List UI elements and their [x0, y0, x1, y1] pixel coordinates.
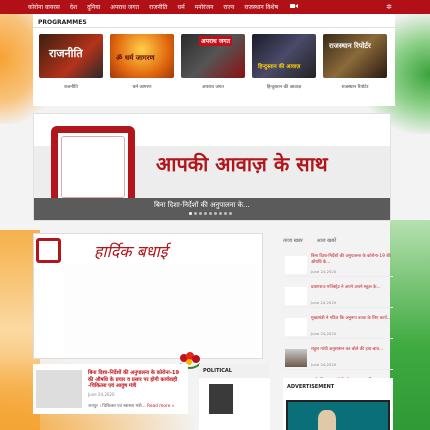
political-section: POLITICAL — [199, 364, 270, 430]
slider-dot[interactable] — [194, 212, 197, 215]
banner-caption-bar: बिना दिशा-निर्देशों की अनुपालना के... — [34, 198, 390, 220]
programme-rajniti[interactable]: राजनीति राजनीति — [39, 34, 103, 90]
programme-thumb: राजनीति — [39, 34, 103, 78]
programme-caption: हिन्दुस्तान की आवाज़ — [266, 85, 302, 90]
programme-rajasthan[interactable]: राजस्थान रिपोर्टर राजस्थान रिपोर्टर — [323, 34, 387, 90]
read-more-link[interactable]: Read more » — [147, 404, 174, 409]
slider-dot[interactable] — [219, 212, 222, 215]
slider-dots — [189, 212, 234, 215]
nav-item-rajya[interactable]: राज्य — [223, 3, 234, 11]
slider-dot[interactable] — [224, 212, 227, 215]
tricolor-green-bottom — [390, 220, 430, 430]
news-date: June 24,2020 — [311, 362, 337, 367]
news-title[interactable]: राहुल गांधी अनुशासन कर बोले की हाय-बाय..… — [311, 347, 393, 353]
nav-item-corona[interactable]: कोरोना वायरस — [28, 3, 60, 11]
slider-dot[interactable] — [214, 212, 217, 215]
news-thumb — [285, 318, 307, 336]
programme-caption: राजस्थान रिपोर्टर — [341, 85, 369, 90]
greeting-title: हार्दिक बधाई — [94, 242, 168, 261]
programme-caption: अपराध जगत — [202, 85, 224, 90]
banner-title: आपकी आवाज़ के साथ — [156, 152, 328, 176]
programmes-section: PROGRAMMES राजनीति राजनीति ॐ धर्म जागरण … — [33, 14, 395, 106]
news-thumb — [285, 287, 307, 305]
political-heading: POLITICAL — [199, 364, 270, 378]
programme-dharm[interactable]: ॐ धर्म जागरण धर्म जागरण — [110, 34, 174, 90]
programmes-heading: PROGRAMMES — [33, 14, 395, 28]
news-thumb — [285, 349, 307, 367]
advertisement-heading: ADVERTISEMENT — [287, 384, 335, 390]
slider-dot[interactable] — [189, 212, 192, 215]
article-excerpt: जयपुर । चिकित्सा एवं स्वास्थ्य मंत्री...… — [88, 403, 174, 409]
news-date: June 24,2020 — [311, 300, 337, 305]
list-item[interactable]: प्रयागराज मजिस्ट्रेट ने अपने अपने स्कूल … — [283, 283, 393, 308]
tab-today[interactable]: आज खबरें — [317, 238, 336, 250]
greeting-body — [64, 264, 259, 369]
slider-dot[interactable] — [199, 212, 202, 215]
list-item[interactable]: राहुल गांधी अनुशासन कर बोले की हाय-बाय..… — [283, 345, 393, 370]
nav-item-desh[interactable]: देश — [70, 3, 77, 11]
political-thumb[interactable] — [209, 384, 233, 414]
nav-item-duniya[interactable]: दुनिया — [87, 3, 100, 11]
advertisement-photo — [318, 410, 336, 430]
greeting-card[interactable]: हार्दिक बधाई — [33, 233, 263, 369]
excerpt-text: जयपुर । चिकित्सा एवं स्वास्थ्य मंत्री... — [88, 404, 146, 409]
slider-dot[interactable] — [204, 212, 207, 215]
video-camera-icon[interactable] — [290, 3, 299, 11]
news-thumb — [285, 256, 307, 274]
shuffle-icon[interactable]: ✲ — [386, 3, 392, 11]
slider-dot[interactable] — [209, 212, 212, 215]
advertisement-section: ADVERTISEMENT — [283, 378, 393, 430]
article-date: June 24,2020 — [88, 392, 115, 397]
article-title[interactable]: बिना दिशा-निर्देशों की अनुपालना के कोरोन… — [88, 370, 186, 390]
nav-item-rajniti[interactable]: राजनीति — [149, 3, 167, 11]
news-date: June 24,2020 — [311, 331, 337, 336]
programme-thumb: ॐ धर्म जागरण — [110, 34, 174, 78]
programme-hindustan[interactable]: हिन्दुस्तान की आवाज़ हिन्दुस्तान की आवाज… — [252, 34, 316, 90]
news-title[interactable]: प्रयागराज मजिस्ट्रेट ने अपने अपने स्कूल … — [311, 285, 393, 291]
advertisement-banner[interactable] — [286, 400, 390, 430]
main-nav: कोरोना वायरस देश दुनिया अपराध जगत राजनीत… — [0, 0, 430, 14]
article-thumb[interactable] — [36, 370, 82, 408]
programme-caption: धर्म जागरण — [132, 85, 152, 90]
programme-caption: राजनीति — [64, 85, 78, 90]
list-item[interactable]: बिना दिशा-निर्देशों की अनुपालना के कोरोन… — [283, 252, 393, 277]
programme-thumb: हिन्दुस्तान की आवाज़ — [252, 34, 316, 78]
news-tabs: ताजा खबर आज खबरें — [283, 238, 393, 250]
hero-banner[interactable]: आपकी आवाज़ के साथ बिना दिशा-निर्देशों की… — [33, 113, 391, 221]
programme-apradh[interactable]: अपराध जगत अपराध जगत — [181, 34, 245, 90]
programme-thumb: अपराध जगत — [181, 34, 245, 78]
nav-item-rajasthan[interactable]: राजस्थान विशेष — [244, 3, 278, 11]
banner-caption[interactable]: बिना दिशा-निर्देशों की अनुपालना के... — [154, 201, 250, 210]
greeting-frame — [36, 238, 61, 263]
programme-thumb: राजस्थान रिपोर्टर — [323, 34, 387, 78]
news-date: June 24,2020 — [311, 269, 337, 274]
tab-latest[interactable]: ताजा खबर — [283, 238, 303, 250]
news-title[interactable]: बिना दिशा-निर्देशों की अनुपालना के कोरोन… — [311, 254, 393, 265]
nav-item-manoranjan[interactable]: मनोरंजन — [195, 3, 214, 11]
news-title[interactable]: मुख्यमंत्री ने गठित कि अनुरूप बजट के लिए… — [311, 316, 393, 322]
banner-frame — [51, 126, 135, 208]
nav-item-apradh[interactable]: अपराध जगत — [110, 3, 139, 11]
nav-item-dharm[interactable]: धर्म — [177, 3, 184, 11]
list-item[interactable]: मुख्यमंत्री ने गठित कि अनुरूप बजट के लिए… — [283, 314, 393, 339]
featured-article[interactable]: बिना दिशा-निर्देशों की अनुपालना के कोरोन… — [33, 364, 188, 414]
slider-dot[interactable] — [229, 212, 232, 215]
